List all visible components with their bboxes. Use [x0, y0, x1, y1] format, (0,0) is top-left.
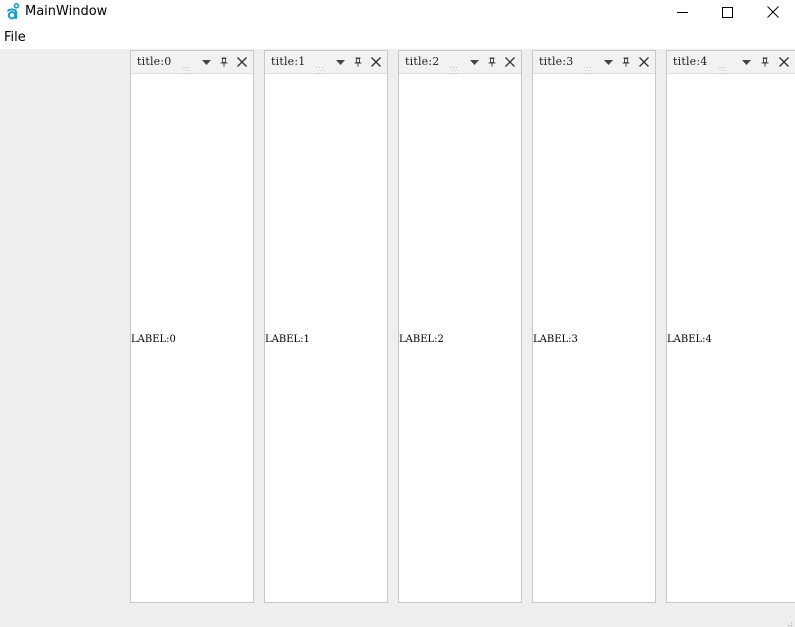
dock-content-label: LABEL:2 [399, 334, 444, 345]
pin-icon[interactable] [352, 56, 364, 68]
close-icon[interactable] [370, 56, 382, 68]
dock-title-bar[interactable]: title:0 [131, 51, 253, 74]
close-icon[interactable] [638, 56, 650, 68]
dock-content-label: LABEL:3 [533, 334, 578, 345]
title-bar[interactable]: MainWindow [0, 0, 795, 26]
close-icon[interactable] [778, 56, 790, 68]
chevron-down-icon[interactable] [602, 56, 614, 68]
main-window: MainWindow File title:0 LABEL:0 title:1 … [0, 0, 795, 627]
dock-widget[interactable]: title:2 LABEL:2 [398, 50, 522, 603]
drag-grip-icon[interactable] [182, 59, 192, 74]
dock-title-bar[interactable]: title:1 [265, 51, 387, 74]
minimize-icon [676, 7, 688, 18]
chevron-down-icon[interactable] [468, 56, 480, 68]
close-button[interactable] [751, 0, 795, 24]
chevron-down-icon[interactable] [740, 56, 752, 68]
drag-grip-icon[interactable] [316, 59, 326, 74]
pin-icon[interactable] [486, 56, 498, 68]
dock-title-bar[interactable]: title:3 [533, 51, 655, 74]
pin-icon[interactable] [620, 56, 632, 68]
menu-bar: File [0, 28, 795, 48]
drag-grip-icon[interactable] [718, 59, 728, 74]
drag-grip-icon[interactable] [450, 59, 460, 74]
maximize-icon [721, 6, 733, 18]
dock-widget[interactable]: title:3 LABEL:3 [532, 50, 656, 603]
close-icon[interactable] [236, 56, 248, 68]
dock-content-label: LABEL:1 [265, 334, 310, 345]
dock-content-label: LABEL:0 [131, 334, 176, 345]
window-title: MainWindow [25, 4, 108, 19]
central-area: title:0 LABEL:0 title:1 LABEL:1 title:2 … [0, 49, 795, 627]
dock-content-label: LABEL:4 [667, 334, 712, 345]
drag-grip-icon[interactable] [584, 59, 594, 74]
dock-title: title:1 [271, 55, 306, 68]
dock-title-bar[interactable]: title:4 [667, 51, 795, 74]
menu-file[interactable]: File [0, 28, 30, 48]
dock-title-bar[interactable]: title:2 [399, 51, 521, 74]
dock-title: title:0 [137, 55, 172, 68]
chevron-down-icon[interactable] [200, 56, 212, 68]
pin-icon[interactable] [759, 56, 771, 68]
dock-title: title:2 [405, 55, 440, 68]
pin-icon[interactable] [218, 56, 230, 68]
close-icon[interactable] [504, 56, 516, 68]
dock-widget[interactable]: title:4 LABEL:4 [666, 50, 795, 603]
dock-title: title:4 [673, 55, 708, 68]
close-icon [767, 6, 779, 18]
maximize-button[interactable] [705, 0, 749, 24]
chevron-down-icon[interactable] [334, 56, 346, 68]
dock-widget[interactable]: title:1 LABEL:1 [264, 50, 388, 603]
app-logo-icon [6, 2, 20, 20]
resize-grip-icon[interactable] [783, 615, 793, 627]
dock-widget[interactable]: title:0 LABEL:0 [130, 50, 254, 603]
minimize-button[interactable] [660, 0, 704, 24]
dock-title: title:3 [539, 55, 574, 68]
